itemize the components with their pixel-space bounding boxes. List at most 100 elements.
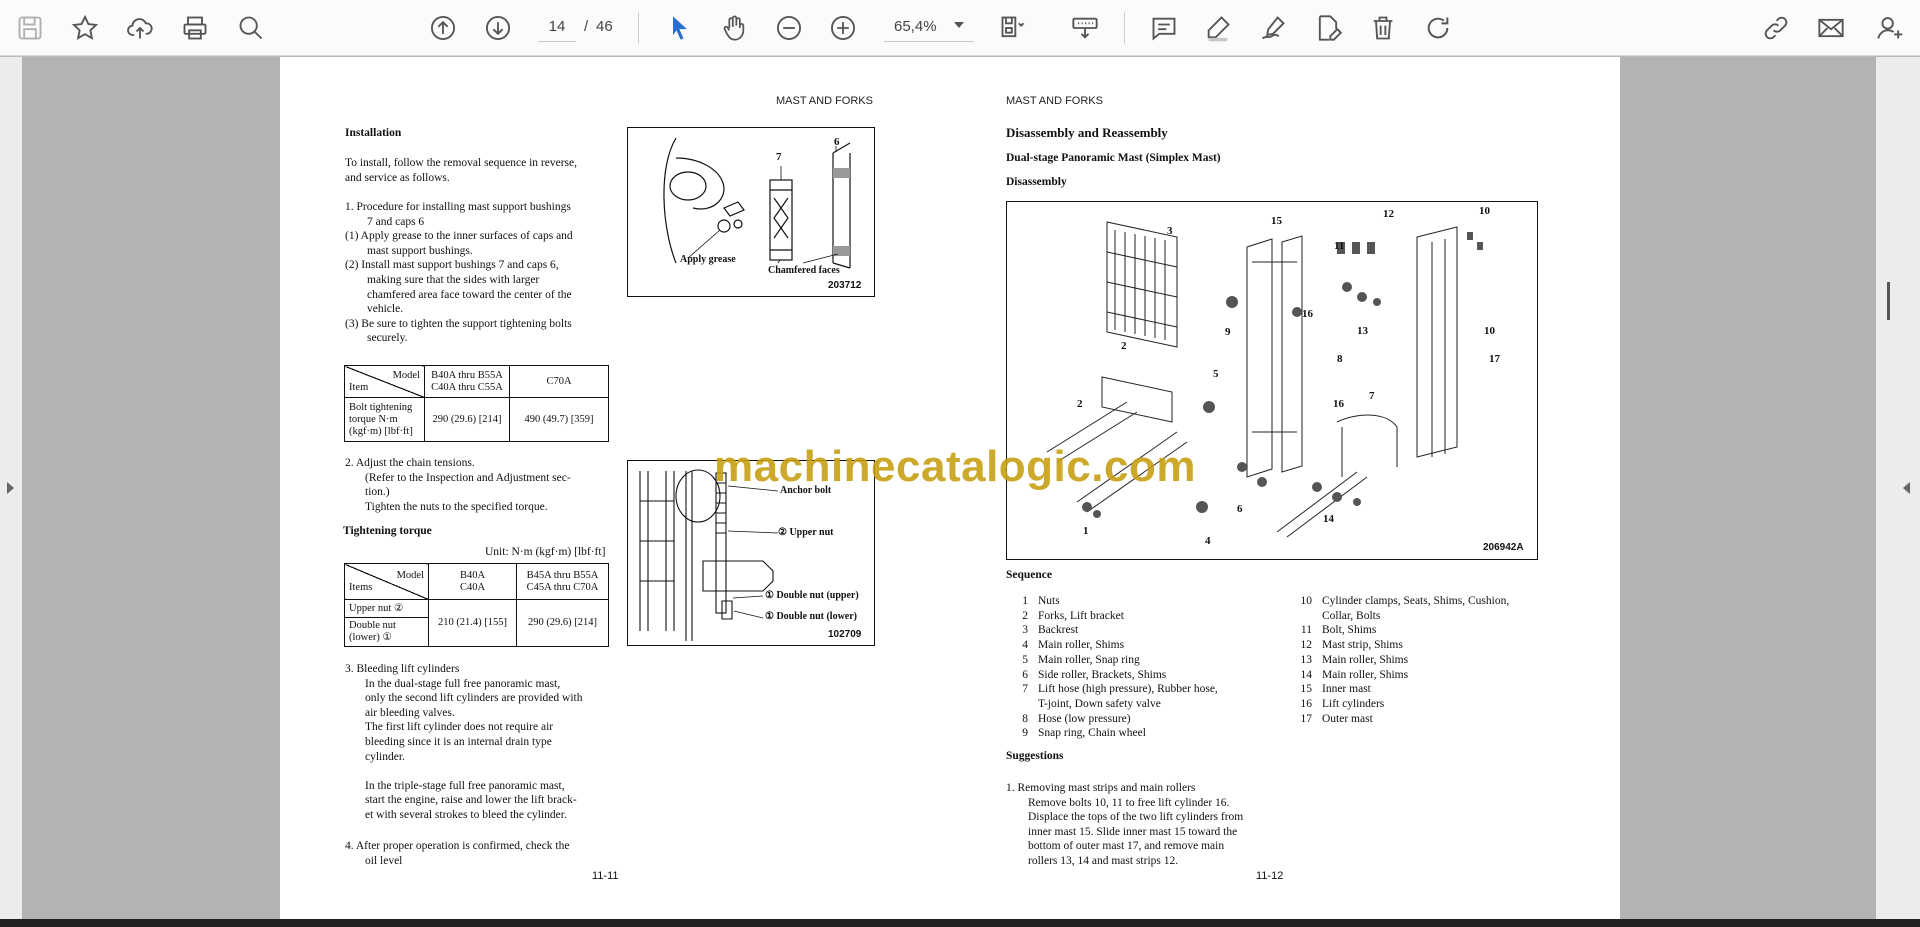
list-item: 6 Side roller, Brackets, Shims: [1022, 668, 1167, 681]
intro-text: To install, follow the removal sequence …: [345, 157, 577, 184]
step-1: 1. Procedure for installing mast support…: [345, 201, 573, 345]
subsection-title: Disassembly: [1006, 176, 1067, 188]
figure-label: 3: [1167, 225, 1173, 237]
expand-right-panel-icon[interactable]: [1902, 481, 1912, 495]
comment-icon[interactable]: [1146, 10, 1182, 46]
figure-label: 4: [1205, 535, 1211, 547]
page-separator: /: [584, 18, 589, 35]
page-up-icon[interactable]: [425, 10, 461, 46]
figure-id: 102709: [828, 629, 862, 640]
hand-tool-icon[interactable]: [716, 10, 752, 46]
stamp-icon[interactable]: [1067, 10, 1103, 46]
unit-text: Unit: N·m (kgf·m) [lbf·ft]: [485, 546, 606, 558]
select-cursor-icon[interactable]: [662, 10, 698, 46]
add-user-icon[interactable]: [1872, 10, 1908, 46]
zoom-search-icon[interactable]: [233, 10, 269, 46]
scrollbar-thumb[interactable]: [1887, 282, 1890, 320]
figure-label: 15: [1271, 215, 1282, 227]
figure-label: 11: [1334, 240, 1345, 252]
figure-label: 10: [1484, 325, 1495, 337]
zoom-in-icon[interactable]: [825, 10, 861, 46]
figure-label: ① Double nut (upper): [765, 590, 859, 601]
section-title: Installation: [345, 127, 402, 139]
table-header: B45A thru B55A C45A thru C70A: [516, 563, 609, 600]
list-item-continued: Collar, Bolts: [1322, 609, 1381, 622]
list-item: 9 Snap ring, Chain wheel: [1022, 727, 1146, 740]
page-header: MAST AND FORKS: [776, 95, 873, 107]
tightening-title: Tightening torque: [343, 525, 432, 537]
sign-icon[interactable]: [1255, 10, 1291, 46]
figure-label: 14: [1323, 513, 1334, 525]
page-footer: 11-12: [1256, 870, 1284, 882]
expand-left-panel-icon[interactable]: [5, 481, 15, 495]
list-item: 10 Cylinder clamps, Seats, Shims, Cushion…: [1300, 595, 1510, 607]
list-item: 11 Bolt, Shims: [1300, 624, 1377, 637]
figure-label: 1: [1083, 525, 1089, 537]
bookmark-star-icon[interactable]: [67, 10, 103, 46]
list-item: 5 Main roller, Snap ring: [1022, 653, 1140, 666]
table-header-corner: Model Item: [344, 365, 425, 398]
zoom-out-icon[interactable]: [771, 10, 807, 46]
save-icon[interactable]: [12, 10, 48, 46]
section-title: Disassembly and Reassembly: [1006, 125, 1168, 140]
figure-bushing: 7 6 Apply grease Chamfered faces 203712: [627, 127, 875, 297]
taskbar-strip: [0, 919, 1920, 927]
link-icon[interactable]: [1758, 10, 1794, 46]
table-cell: 290 (29.6) [214]: [424, 397, 510, 442]
mail-icon[interactable]: [1813, 10, 1849, 46]
page-down-icon[interactable]: [480, 10, 516, 46]
delete-icon[interactable]: [1365, 10, 1401, 46]
list-item: 14 Main roller, Shims: [1300, 668, 1409, 681]
zoom-select[interactable]: 65,4%: [884, 12, 974, 42]
list-item: 7 Lift hose (high pressure), Rubber hose,: [1022, 683, 1218, 696]
suggestion-1: 1. Removing mast strips and main rollers…: [1006, 782, 1244, 867]
sequence-list-right: 10 Cylinder clamps, Seats, Shims, Cushion…: [1290, 594, 1560, 726]
vertical-scrollbar[interactable]: [1876, 57, 1920, 919]
list-item: 2 Forks, Lift bracket: [1022, 609, 1124, 622]
table-cell: 210 (21.4) [155]: [428, 599, 517, 647]
step-2: 2. Adjust the chain tensions. (Refer to …: [345, 457, 571, 513]
mast-exploded-diagram: [1046, 221, 1483, 538]
page-header: MAST AND FORKS: [1006, 95, 1103, 107]
figure-label: 2: [1077, 398, 1083, 410]
figure-label: Apply grease: [680, 254, 736, 265]
cloud-upload-icon[interactable]: [122, 10, 158, 46]
toolbar-divider: [1124, 12, 1125, 44]
table-cell: 290 (29.6) [214]: [516, 599, 609, 647]
left-panel-strip: [0, 57, 22, 919]
figure-label: Chamfered faces: [768, 265, 840, 276]
list-item: 4 Main roller, Shims: [1022, 639, 1125, 652]
highlight-pen-icon[interactable]: [1200, 10, 1236, 46]
tightening-torque-table: Model Items B40A C40A B45A thru B55A C45A …: [344, 563, 609, 647]
table-row-label: Bolt tightening torque N·m (kgf·m) [lbf·ft…: [344, 397, 425, 442]
subsection-title: Dual-stage Panoramic Mast (Simplex Mast): [1006, 152, 1221, 164]
rotate-icon[interactable]: [1420, 10, 1456, 46]
step-4: 4. After proper operation is confirmed, …: [345, 840, 570, 867]
figure-label: ② Upper nut: [778, 527, 834, 538]
step-3: 3. Bleeding lift cylinders In the dual-s…: [345, 663, 583, 821]
figure-label: 13: [1357, 325, 1368, 337]
figure-id: 203712: [828, 280, 862, 291]
list-item: 17 Outer mast: [1300, 712, 1373, 725]
list-item: 1 Nuts: [1022, 595, 1060, 607]
figure-label: 12: [1383, 208, 1394, 220]
table-cell: 490 (49.7) [359]: [509, 397, 609, 442]
list-item: 12 Mast strip, Shims: [1300, 639, 1403, 652]
figure-mast-exploded: 3 2 2 1 4 5 6 7 8 9 10 10 11 12 13 14 15…: [1006, 201, 1538, 560]
page-total: 46: [596, 18, 613, 35]
list-item: 16 Lift cylinders: [1300, 697, 1385, 710]
figure-label: 2: [1121, 340, 1127, 352]
table-header: C70A: [509, 365, 609, 398]
page-number-input[interactable]: [538, 12, 576, 42]
bolt-torque-table: Model Item B40A thru B55A C40A thru C55A …: [344, 365, 609, 442]
figure-label: 6: [834, 136, 840, 148]
figure-label: 7: [776, 151, 782, 163]
figure-label: 16: [1333, 398, 1344, 410]
print-icon[interactable]: [177, 10, 213, 46]
table-row-label: Double nut (lower) ①: [344, 617, 429, 647]
edit-icon[interactable]: [1310, 10, 1346, 46]
figure-label: 9: [1225, 326, 1231, 338]
list-item: 13 Main roller, Shims: [1300, 653, 1409, 666]
fit-page-icon[interactable]: [995, 10, 1031, 46]
list-item: 15 Inner mast: [1300, 683, 1371, 696]
